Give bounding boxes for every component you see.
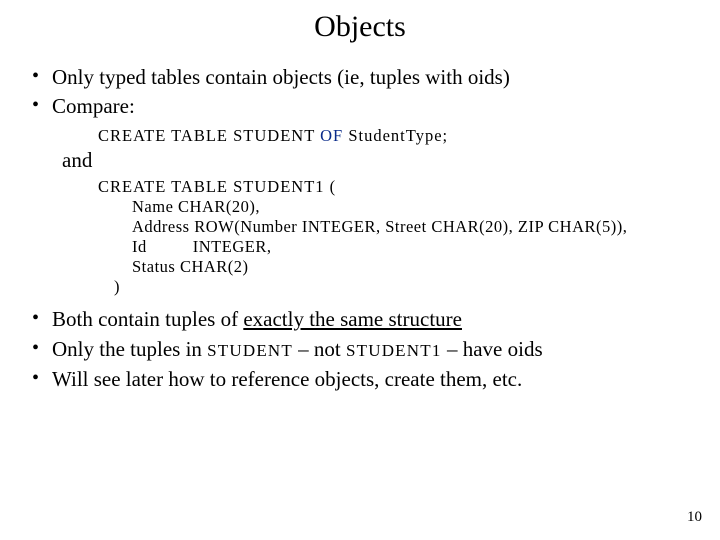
code-text: CREATE TABLE STUDENT xyxy=(98,126,320,145)
slide-body: Only typed tables contain objects (ie, t… xyxy=(0,64,720,394)
underlined-text: exactly the same structure xyxy=(243,307,462,331)
bullet-later: Will see later how to reference objects,… xyxy=(28,365,692,393)
code-close-paren: ) xyxy=(114,277,692,297)
code-text: StudentType; xyxy=(343,126,448,145)
text: – have oids xyxy=(447,337,543,361)
top-bullets: Only typed tables contain objects (ie, t… xyxy=(28,64,692,120)
bullet-same-structure: Both contain tuples of exactly the same … xyxy=(28,305,692,333)
text: Only the tuples in xyxy=(52,337,207,361)
code-create-student1: CREATE TABLE STUDENT1 ( Name CHAR(20), A… xyxy=(98,177,692,297)
bullet-compare: Compare: xyxy=(28,93,692,120)
code-field-address: Address ROW(Number INTEGER, Street CHAR(… xyxy=(132,217,692,237)
and-label: and xyxy=(62,148,692,173)
code-text: INTEGER, xyxy=(193,237,272,256)
page-number: 10 xyxy=(687,509,702,526)
smallcaps-student1: STUDENT1 xyxy=(346,341,447,360)
text: Both contain tuples of xyxy=(52,307,243,331)
code-field-status: Status CHAR(2) xyxy=(132,257,692,277)
code-create-student: CREATE TABLE STUDENT OF StudentType; xyxy=(98,126,692,146)
code-text: Id xyxy=(132,237,147,256)
text: – not xyxy=(298,337,346,361)
slide: Objects Only typed tables contain object… xyxy=(0,0,720,540)
code-line: CREATE TABLE STUDENT1 ( xyxy=(98,177,692,197)
code-field-name: Name CHAR(20), xyxy=(132,197,692,217)
keyword-of: OF xyxy=(320,126,343,145)
bottom-bullets: Both contain tuples of exactly the same … xyxy=(28,305,692,394)
bullet-oids: Only the tuples in STUDENT – not STUDENT… xyxy=(28,335,692,363)
code-field-id: Id INTEGER, xyxy=(132,237,692,257)
bullet-typed-tables: Only typed tables contain objects (ie, t… xyxy=(28,64,692,91)
smallcaps-student: STUDENT xyxy=(207,341,298,360)
slide-title: Objects xyxy=(0,0,720,50)
